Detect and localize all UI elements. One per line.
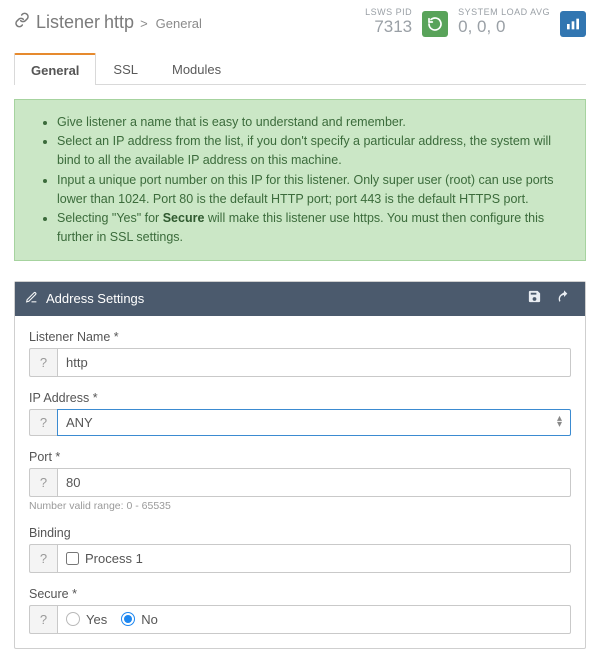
help-icon[interactable]: ?	[29, 409, 57, 436]
panel-header: Address Settings	[15, 282, 585, 316]
secure-no-radio[interactable]: No	[121, 612, 158, 627]
binding-option-label: Process 1	[85, 551, 143, 566]
radio-icon	[66, 612, 80, 626]
page-header: Listener http > General LSWS PID 7313 SY…	[0, 0, 600, 43]
help-icon[interactable]: ?	[29, 605, 57, 634]
refresh-button[interactable]	[422, 11, 448, 37]
secure-label: Secure *	[29, 587, 571, 601]
pid-value: 7313	[374, 18, 412, 37]
breadcrumb: General	[156, 16, 202, 31]
field-port: Port * ? Number valid range: 0 - 65535	[29, 450, 571, 512]
binding-label: Binding	[29, 526, 571, 540]
chevron-right-icon: >	[140, 16, 148, 31]
secure-yes-label: Yes	[86, 612, 107, 627]
tab-general[interactable]: General	[14, 53, 96, 85]
field-secure: Secure * ? Yes No	[29, 587, 571, 634]
panel-title: Address Settings	[46, 291, 516, 306]
status-area: LSWS PID 7313 SYSTEM LOAD AVG 0, 0, 0	[365, 8, 586, 37]
help-item: Select an IP address from the list, if y…	[57, 132, 569, 170]
field-listener-name: Listener Name * ?	[29, 330, 571, 377]
port-hint: Number valid range: 0 - 65535	[29, 500, 571, 512]
save-button[interactable]	[524, 289, 545, 308]
field-ip-address: IP Address * ? ANY ▴▾	[29, 391, 571, 436]
title-prefix: Listener	[36, 12, 100, 33]
help-icon[interactable]: ?	[29, 348, 57, 377]
chevron-updown-icon: ▴▾	[557, 416, 562, 428]
panel-body: Listener Name * ? IP Address * ? ANY ▴▾ …	[15, 316, 585, 648]
title-main: http	[104, 12, 134, 33]
field-binding: Binding ? Process 1	[29, 526, 571, 573]
tab-ssl[interactable]: SSL	[96, 53, 155, 84]
page-title: Listener http > General	[36, 12, 359, 33]
secure-no-label: No	[141, 612, 158, 627]
help-box: Give listener a name that is easy to und…	[14, 99, 586, 261]
status-pid: LSWS PID 7313	[365, 8, 412, 37]
listener-name-label: Listener Name *	[29, 330, 571, 344]
status-load: SYSTEM LOAD AVG 0, 0, 0	[458, 8, 550, 37]
port-input[interactable]	[57, 468, 571, 497]
binding-checkbox[interactable]: Process 1	[66, 551, 143, 566]
secure-yes-radio[interactable]: Yes	[66, 612, 107, 627]
link-icon	[14, 12, 30, 33]
ip-select[interactable]: ANY ▴▾	[57, 409, 571, 436]
binding-checkbox-input[interactable]	[66, 552, 79, 565]
load-value: 0, 0, 0	[458, 18, 505, 37]
help-item: Selecting "Yes" for Secure will make thi…	[57, 209, 569, 247]
ip-label: IP Address *	[29, 391, 571, 405]
stats-button[interactable]	[560, 11, 586, 37]
help-icon[interactable]: ?	[29, 468, 57, 497]
help-icon[interactable]: ?	[29, 544, 57, 573]
tab-modules[interactable]: Modules	[155, 53, 238, 84]
help-item: Input a unique port number on this IP fo…	[57, 171, 569, 209]
ip-value: ANY	[66, 415, 557, 430]
address-settings-panel: Address Settings Listener Name * ? IP Ad…	[14, 281, 586, 649]
tab-bar: General SSL Modules	[14, 53, 586, 85]
radio-icon	[121, 612, 135, 626]
port-label: Port *	[29, 450, 571, 464]
edit-icon	[25, 291, 38, 307]
back-button[interactable]	[553, 289, 575, 309]
help-item: Give listener a name that is easy to und…	[57, 113, 569, 132]
listener-name-input[interactable]	[57, 348, 571, 377]
